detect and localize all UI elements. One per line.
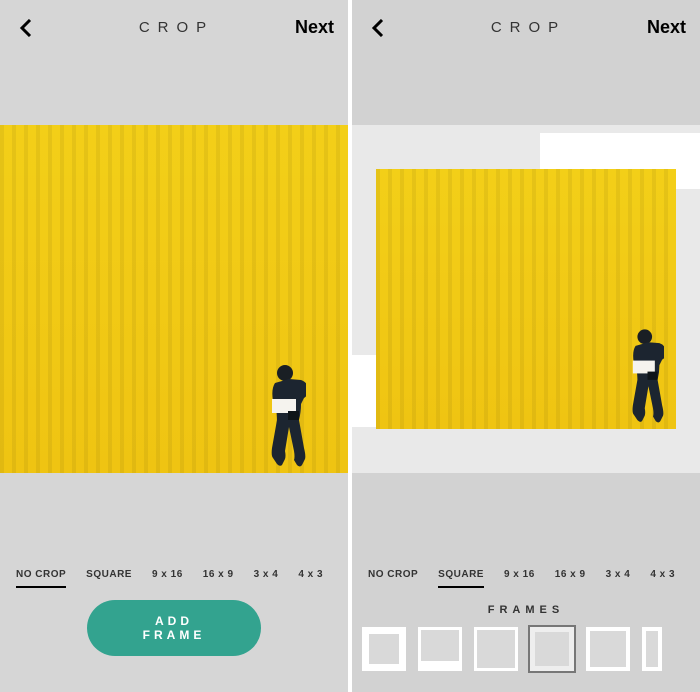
crop-option-9x16[interactable]: 9 x 16 bbox=[152, 563, 183, 588]
crop-option-4x3[interactable]: 4 x 3 bbox=[650, 563, 675, 588]
crop-option-no-crop[interactable]: NO CROP bbox=[368, 563, 418, 588]
crop-option-3x4[interactable]: 3 x 4 bbox=[606, 563, 631, 588]
photo-subject-person bbox=[620, 327, 664, 429]
chevron-left-icon bbox=[19, 19, 33, 37]
next-button[interactable]: Next bbox=[647, 17, 686, 38]
crop-option-16x9[interactable]: 16 x 9 bbox=[203, 563, 234, 588]
add-frame-button[interactable]: ADD FRAME bbox=[87, 600, 261, 656]
photo-subject-person bbox=[258, 363, 306, 473]
crop-option-square[interactable]: SQUARE bbox=[438, 563, 484, 588]
frame-thumb-grey[interactable] bbox=[530, 627, 574, 671]
crop-ratio-strip: NO CROP SQUARE 9 x 16 16 x 9 3 x 4 4 x 3… bbox=[0, 560, 348, 590]
frame-thumb-cut[interactable] bbox=[642, 627, 662, 671]
screen-crop-square-frames: CROP Next NO CROP SQUARE 9 x 16 16 x 9 3… bbox=[352, 0, 700, 692]
back-button[interactable] bbox=[366, 16, 390, 40]
header: CROP Next bbox=[0, 0, 348, 55]
crop-option-16x9[interactable]: 16 x 9 bbox=[555, 563, 586, 588]
frames-heading: FRAMES bbox=[352, 604, 700, 616]
crop-option-no-crop[interactable]: NO CROP bbox=[16, 563, 66, 588]
frame-thumb-inset[interactable] bbox=[362, 627, 406, 671]
photo-canvas[interactable] bbox=[352, 125, 700, 473]
chevron-left-icon bbox=[371, 19, 385, 37]
screen-title: CROP bbox=[390, 19, 647, 36]
frame-thumb-plain[interactable] bbox=[586, 627, 630, 671]
crop-option-4x3[interactable]: 4 x 3 bbox=[298, 563, 323, 588]
frame-thumb-thin[interactable] bbox=[474, 627, 518, 671]
crop-option-3x4[interactable]: 3 x 4 bbox=[254, 563, 279, 588]
framed-photo bbox=[376, 169, 676, 429]
frame-thumb-polaroid[interactable] bbox=[418, 627, 462, 671]
crop-option-square[interactable]: SQUARE bbox=[86, 563, 132, 588]
screen-title: CROP bbox=[38, 19, 295, 36]
crop-ratio-strip: NO CROP SQUARE 9 x 16 16 x 9 3 x 4 4 x 3… bbox=[352, 560, 700, 590]
header: CROP Next bbox=[352, 0, 700, 55]
screen-crop-no-crop: CROP Next NO CROP SQUARE 9 x 16 16 x 9 3… bbox=[0, 0, 348, 692]
back-button[interactable] bbox=[14, 16, 38, 40]
crop-option-9x16[interactable]: 9 x 16 bbox=[504, 563, 535, 588]
frames-strip bbox=[352, 624, 700, 674]
next-button[interactable]: Next bbox=[295, 17, 334, 38]
photo-canvas[interactable] bbox=[0, 125, 348, 473]
